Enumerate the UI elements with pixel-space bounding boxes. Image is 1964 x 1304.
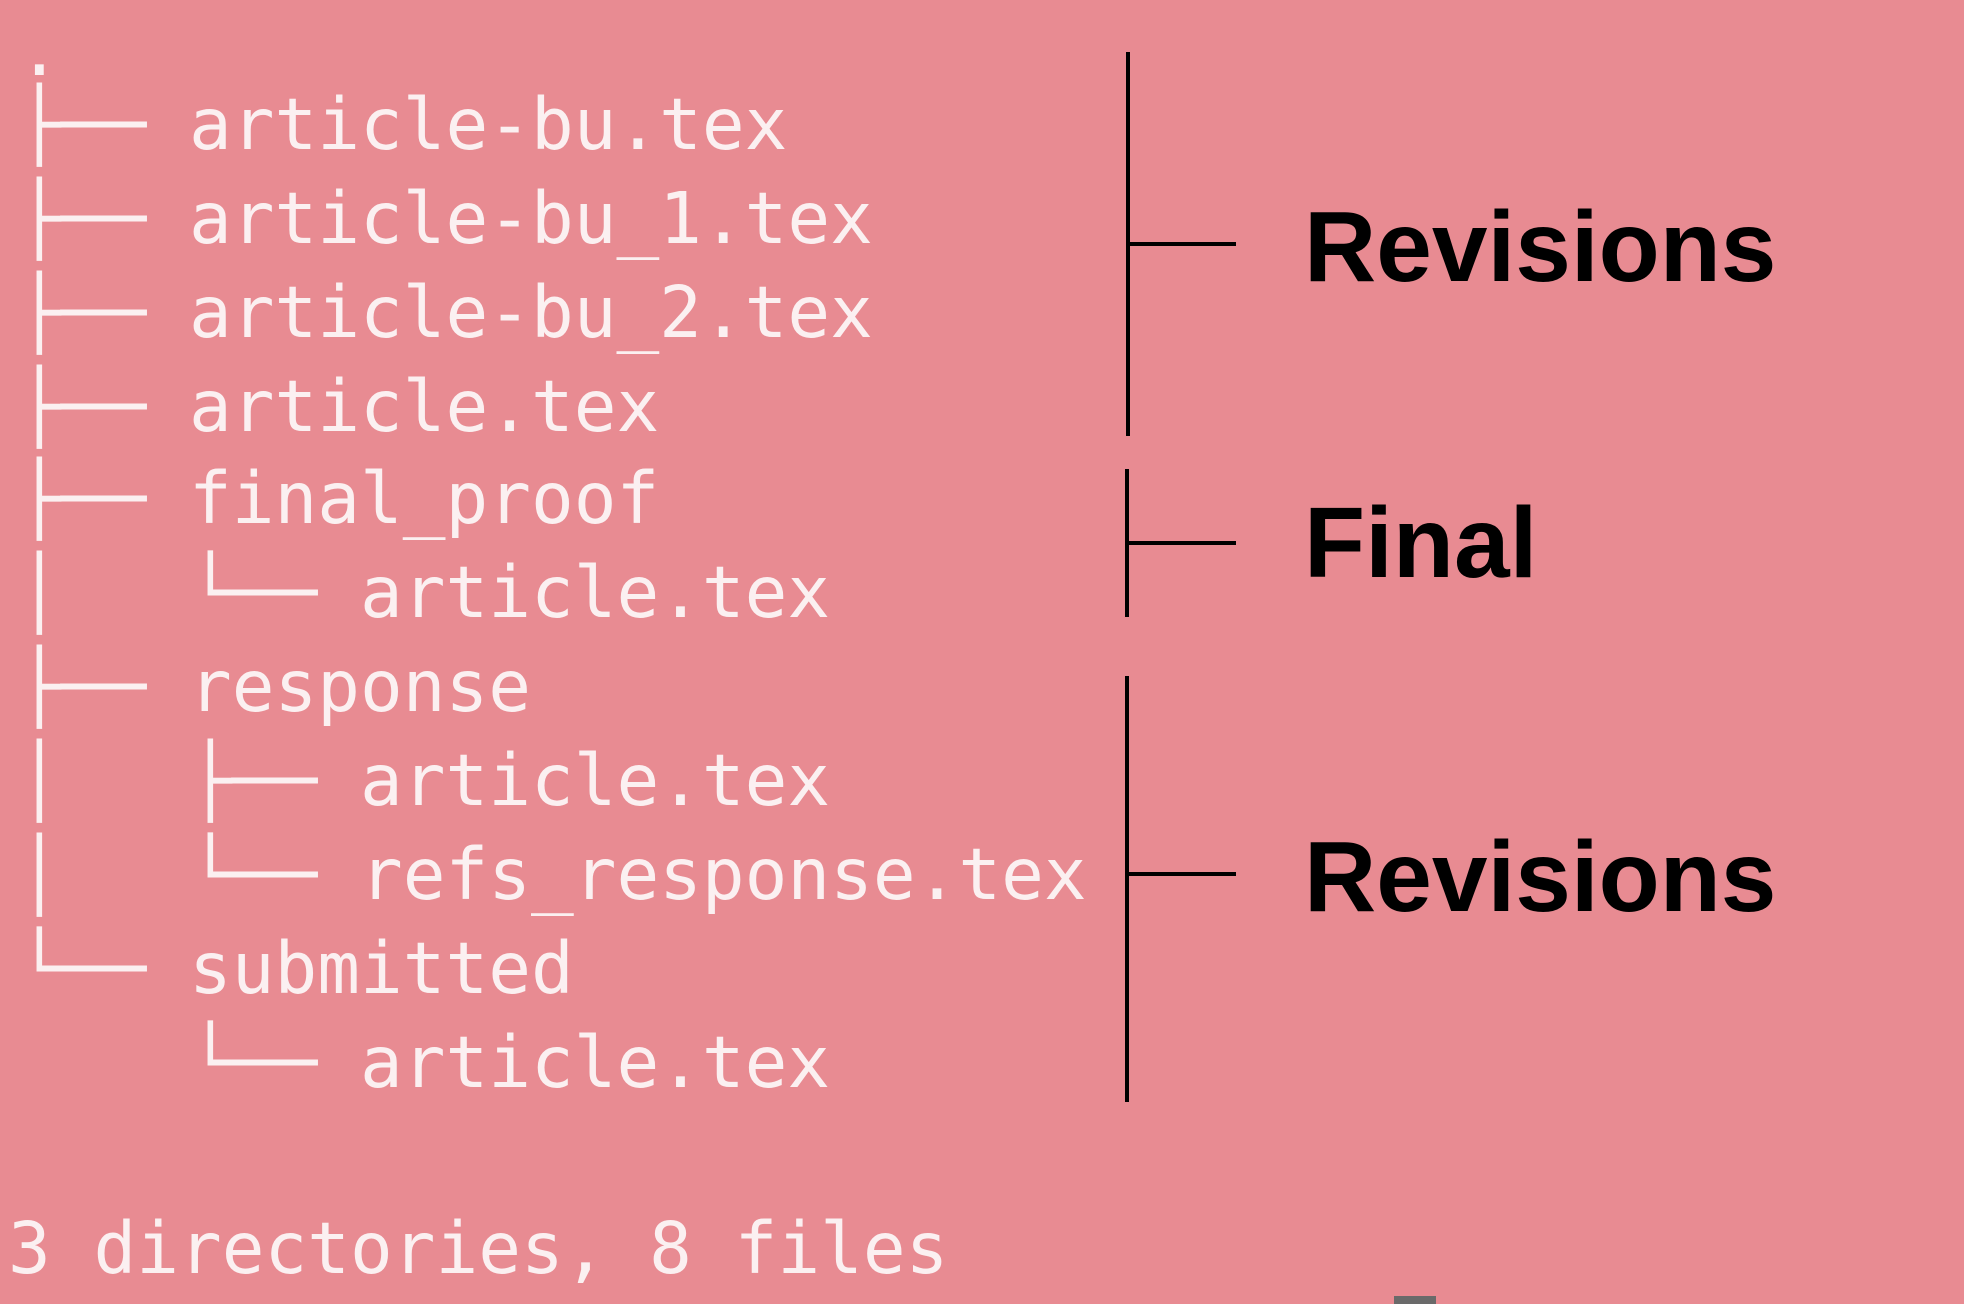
- revisions-bracket-arm: [1128, 242, 1236, 246]
- tree-item-file[interactable]: │ ├── article.tex: [18, 736, 830, 826]
- tree-item-file[interactable]: │ └── article.tex: [18, 548, 830, 638]
- revisions-bracket-line: [1125, 676, 1129, 1102]
- tree-item-file[interactable]: │ └── refs_response.tex: [18, 830, 1087, 920]
- final-annotation-label: Final: [1304, 487, 1538, 599]
- tree-item-folder[interactable]: └── submitted: [18, 924, 574, 1014]
- tree-item-file[interactable]: ├── article.tex: [18, 362, 659, 452]
- terminal-cursor: [1394, 1296, 1436, 1304]
- tree-summary: 3 directories, 8 files: [8, 1207, 949, 1290]
- revisions-annotation-label: Revisions: [1304, 821, 1777, 933]
- tree-item-file[interactable]: ├── article-bu_1.tex: [18, 174, 873, 264]
- revisions-annotation-label: Revisions: [1304, 191, 1777, 303]
- final-bracket-arm: [1127, 541, 1236, 545]
- tree-item-file[interactable]: └── article.tex: [18, 1018, 830, 1108]
- tree-item-file[interactable]: ├── article-bu_2.tex: [18, 268, 873, 358]
- tree-item-file[interactable]: ├── article-bu.tex: [18, 80, 787, 170]
- terminal-window: . ├── article-bu.tex ├── article-bu_1.te…: [0, 0, 1964, 1304]
- tree-item-folder[interactable]: ├── final_proof: [18, 454, 659, 544]
- revisions-bracket-arm: [1127, 872, 1236, 876]
- tree-item-folder[interactable]: ├── response: [18, 642, 531, 732]
